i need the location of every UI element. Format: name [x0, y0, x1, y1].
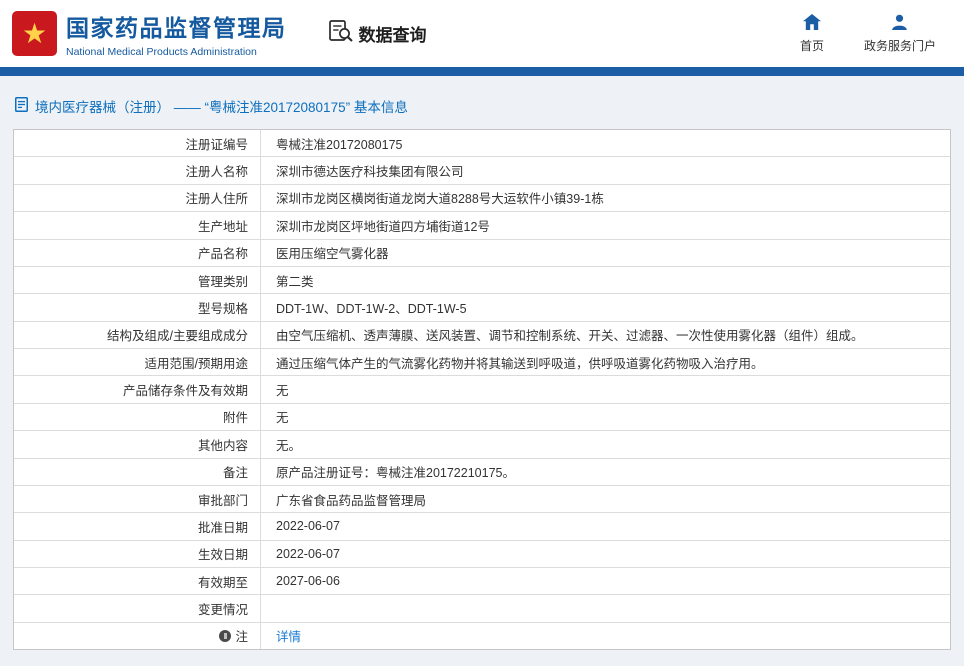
home-icon	[802, 13, 821, 33]
row-label: 型号规格	[14, 294, 261, 321]
org-name-cn: 国家药品监督管理局	[66, 15, 287, 41]
row-value: 深圳市龙岗区横岗街道龙岗大道8288号大运软件小镇39-1栋	[276, 192, 604, 207]
row-value: 深圳市龙岗区坪地街道四方埔街道12号	[276, 219, 490, 234]
table-row: 生产地址 深圳市龙岗区坪地街道四方埔街道12号	[14, 212, 950, 240]
row-value: 通过压缩气体产生的气流雾化药物并将其输送到呼吸道，供呼吸道雾化药物吸入治疗用。	[276, 356, 764, 371]
table-row: 审批部门 广东省食品药品监督管理局	[14, 485, 950, 514]
row-label: 适用范围/预期用途	[14, 349, 261, 376]
nav-portal-label: 政务服务门户	[863, 38, 936, 53]
row-value: 第二类	[276, 274, 314, 289]
row-label: 变更情况	[14, 595, 261, 622]
table-row: 型号规格 DDT-1W、DDT-1W-2、DDT-1W-5	[14, 294, 950, 322]
note-label: 注	[235, 630, 248, 645]
row-label: 注册人住所	[14, 184, 261, 212]
row-value: 2027-06-06	[276, 574, 340, 589]
national-emblem-icon: ★	[12, 11, 57, 56]
row-label: 有效期至	[14, 568, 261, 595]
table-row: 管理类别 第二类	[14, 266, 950, 295]
row-label: 管理类别	[14, 266, 261, 294]
row-label: 生产地址	[14, 212, 261, 239]
table-row: 生效日期 2022-06-07	[14, 540, 950, 568]
row-label: 审批部门	[14, 485, 261, 513]
table-row: 注册人名称 深圳市德达医疗科技集团有限公司	[14, 157, 950, 185]
site-logo: ★ 国家药品监督管理局 National Medical Products Ad…	[12, 9, 287, 58]
row-label: 产品名称	[14, 239, 261, 266]
row-value: 医用压缩空气雾化器	[276, 247, 389, 262]
row-label: 结构及组成/主要组成成分	[14, 321, 261, 348]
table-row: 注册证编号 粤械注准20172080175	[14, 130, 950, 158]
row-value: 2022-06-07	[276, 546, 340, 561]
row-label: 批准日期	[14, 513, 261, 540]
row-label: 附件	[14, 403, 261, 431]
table-row: 结构及组成/主要组成成分 由空气压缩机、透声薄膜、送风装置、调节和控制系统、开关…	[14, 321, 950, 349]
row-label: 产品储存条件及有效期	[14, 376, 261, 403]
table-row: 附件 无	[14, 403, 950, 432]
row-value: DDT-1W、DDT-1W-2、DDT-1W-5	[276, 301, 467, 316]
row-label: 其他内容	[14, 431, 261, 458]
row-label: 注	[14, 622, 261, 650]
table-row: 批准日期 2022-06-07	[14, 513, 950, 541]
table-row: 产品储存条件及有效期 无	[14, 376, 950, 404]
row-value: 深圳市德达医疗科技集团有限公司	[276, 165, 464, 180]
table-row: 其他内容 无。	[14, 431, 950, 459]
row-label: 注册证编号	[14, 130, 261, 157]
nav-home-label: 首页	[799, 38, 824, 53]
data-query-label: 数据查询	[358, 26, 427, 45]
table-row: 适用范围/预期用途 通过压缩气体产生的气流雾化药物并将其输送到呼吸道，供呼吸道雾…	[14, 349, 950, 377]
data-query-tab[interactable]: 数据查询	[328, 19, 427, 48]
note-icon	[219, 629, 232, 642]
table-row-note: 注 详情	[14, 622, 950, 650]
row-value: 2022-06-07	[276, 519, 340, 534]
table-row: 变更情况	[14, 595, 950, 623]
row-value: 原产品注册证号：粤械注准20172210175。	[276, 466, 515, 481]
row-value: 广东省食品药品监督管理局	[276, 493, 427, 508]
nav-portal[interactable]: 政务服务门户	[864, 14, 936, 54]
row-value: 由空气压缩机、透声薄膜、送风装置、调节和控制系统、开关、过滤器、一次性使用雾化器…	[276, 329, 864, 344]
detail-link[interactable]: 详情	[276, 626, 301, 645]
table-row: 产品名称 医用压缩空气雾化器	[14, 239, 950, 267]
row-label: 备注	[14, 458, 261, 485]
main-content: 境内医疗器械（注册） —— “粤械注准20172080175” 基本信息 注册证…	[0, 76, 964, 650]
table-row: 备注 原产品注册证号：粤械注准20172210175。	[14, 458, 950, 486]
page-title-text: 境内医疗器械（注册） —— “粤械注准20172080175” 基本信息	[35, 100, 408, 115]
table-row: 有效期至 2027-06-06	[14, 568, 950, 596]
page-title: 境内医疗器械（注册） —— “粤械注准20172080175” 基本信息	[13, 76, 951, 129]
document-search-icon	[328, 19, 354, 48]
document-icon	[15, 97, 28, 115]
row-value: 无	[276, 411, 289, 426]
row-value	[261, 595, 950, 621]
row-value: 无。	[276, 438, 302, 453]
header-divider-bar	[0, 67, 964, 76]
brand-text: 国家药品监督管理局 National Medical Products Admi…	[66, 9, 287, 58]
nav-home[interactable]: 首页	[799, 13, 824, 54]
row-value: 详情	[261, 623, 950, 649]
row-label: 注册人名称	[14, 157, 261, 184]
header-nav: 首页 政务服务门户	[799, 13, 948, 54]
row-value: 粤械注准20172080175	[276, 137, 403, 152]
top-header: ★ 国家药品监督管理局 National Medical Products Ad…	[0, 0, 964, 67]
org-name-en: National Medical Products Administration	[66, 46, 257, 58]
registration-info-table: 注册证编号 粤械注准20172080175 注册人名称 深圳市德达医疗科技集团有…	[13, 129, 951, 650]
row-label: 生效日期	[14, 540, 261, 567]
table-row: 注册人住所 深圳市龙岗区横岗街道龙岗大道8288号大运软件小镇39-1栋	[14, 184, 950, 213]
row-value: 无	[276, 384, 289, 399]
user-icon	[891, 14, 908, 33]
